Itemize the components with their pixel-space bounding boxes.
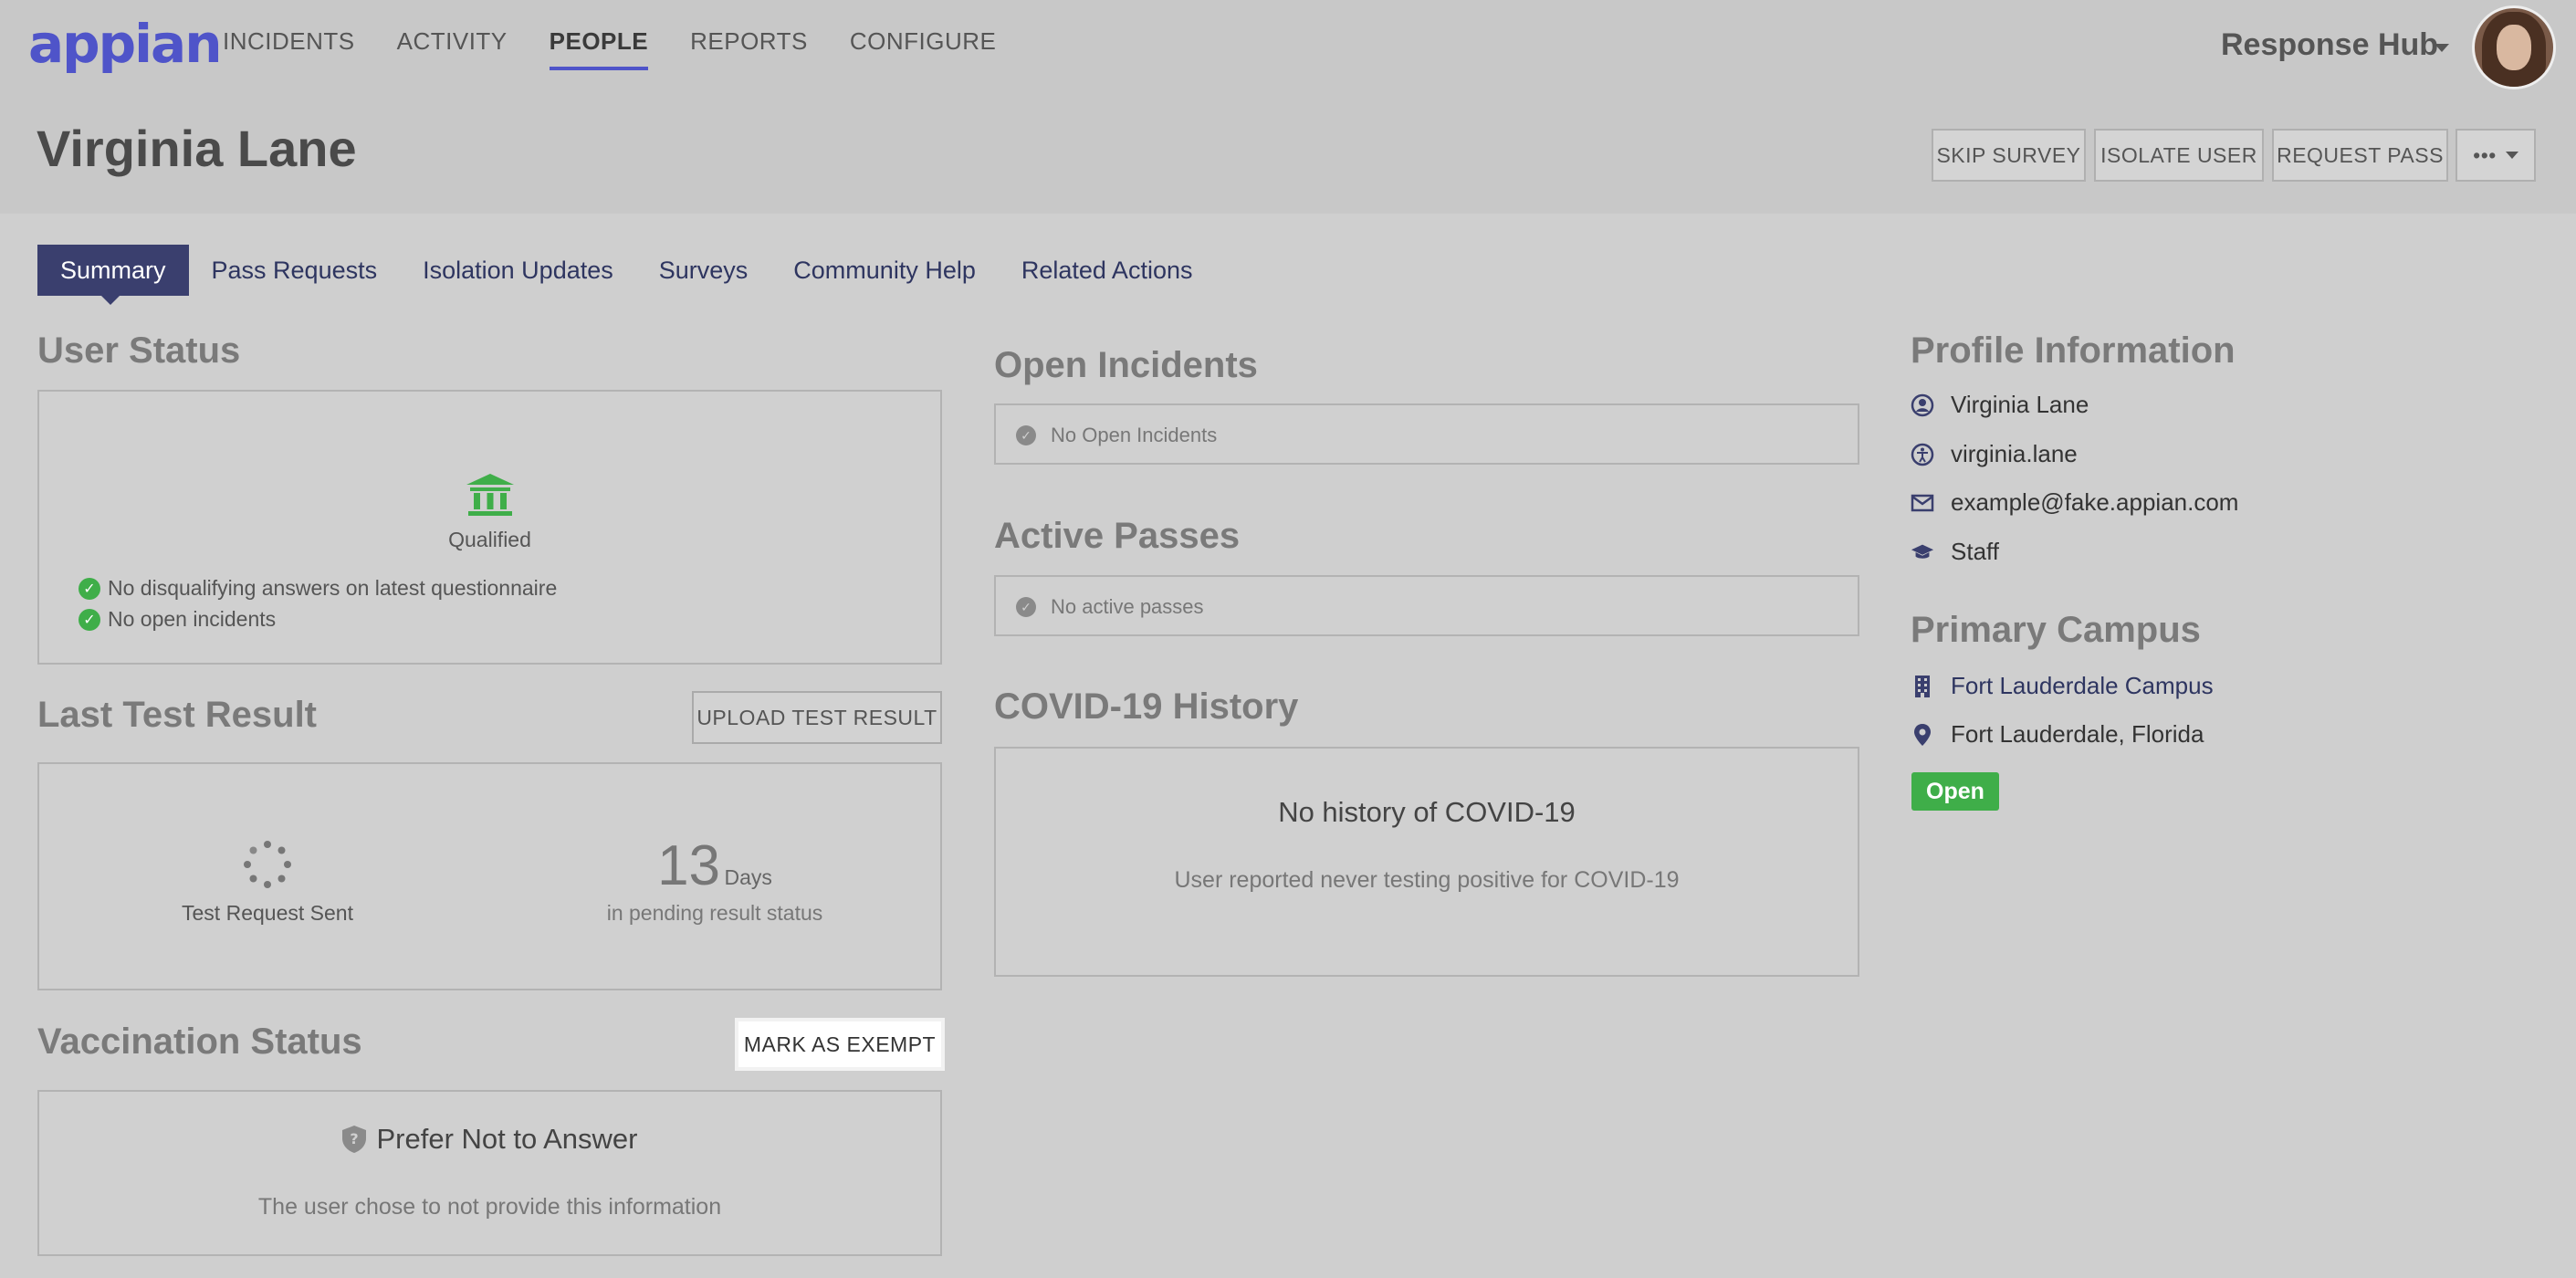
check-text: No open incidents: [108, 607, 277, 631]
user-status-card: Qualified ✓ No disqualifying answers on …: [37, 390, 942, 665]
upload-test-result-button[interactable]: UPLOAD TEST RESULT: [692, 691, 942, 744]
covid-history-title: COVID-19 History: [994, 686, 1299, 727]
campus-name-row: Fort Lauderdale Campus: [1911, 672, 2214, 700]
status-check-item: ✓ No disqualifying answers on latest que…: [79, 576, 557, 601]
open-incidents-title: Open Incidents: [994, 345, 1258, 385]
last-test-card: Test Request Sent 13 Days in pending res…: [37, 762, 942, 990]
svg-text:?: ?: [351, 1130, 359, 1147]
building-icon: [465, 472, 516, 518]
nav-people[interactable]: PEOPLE: [549, 27, 649, 70]
campus-location: Fort Lauderdale, Florida: [1951, 720, 2204, 748]
active-passes-message: No active passes: [1051, 595, 1204, 618]
check-text: No disqualifying answers on latest quest…: [108, 576, 558, 600]
page-header: appian INCIDENTS ACTIVITY PEOPLE REPORTS…: [0, 0, 2576, 214]
covid-history-description: User reported never testing positive for…: [1174, 867, 1680, 893]
caret-down-icon: [2505, 152, 2518, 159]
vaccination-card: ? Prefer Not to Answer The user chose to…: [37, 1090, 942, 1256]
request-pass-button[interactable]: REQUEST PASS: [2272, 129, 2448, 182]
user-status-title: User Status: [37, 330, 241, 371]
active-passes-title: Active Passes: [994, 516, 1241, 556]
days-value: 13: [657, 834, 721, 897]
covid-history-card: No history of COVID-19 User reported nev…: [994, 747, 1859, 977]
check-icon: ✓: [1016, 597, 1036, 617]
user-avatar[interactable]: [2472, 5, 2556, 89]
campus-status-badge: Open: [1911, 772, 1999, 811]
active-passes-card: ✓ No active passes: [994, 575, 1859, 636]
isolate-user-button[interactable]: ISOLATE USER: [2094, 129, 2264, 182]
caret-down-icon[interactable]: [2435, 44, 2449, 52]
open-incidents-card: ✓ No Open Incidents: [994, 403, 1859, 465]
vaccination-answer: Prefer Not to Answer: [376, 1123, 638, 1155]
spinner-icon: [242, 839, 293, 890]
tab-summary[interactable]: Summary: [37, 245, 189, 305]
pending-days: 13 Days: [587, 833, 843, 898]
covid-history-heading: No history of COVID-19: [1278, 796, 1576, 828]
tab-surveys[interactable]: Surveys: [636, 245, 771, 296]
more-icon: •••: [2473, 142, 2497, 167]
campus-link[interactable]: Fort Lauderdale Campus: [1951, 672, 2214, 700]
profile-email[interactable]: example@fake.appian.com: [1951, 488, 2238, 517]
vaccination-title: Vaccination Status: [37, 1021, 362, 1062]
profile-role: Staff: [1951, 538, 2000, 565]
profile-role-row: Staff: [1911, 538, 1999, 566]
tab-related-actions[interactable]: Related Actions: [999, 245, 1216, 296]
shield-question-icon: ?: [341, 1125, 367, 1154]
page-title: Virginia Lane: [37, 120, 357, 177]
profile-username: virginia.lane: [1951, 440, 2078, 467]
test-status-label: Test Request Sent: [182, 901, 353, 925]
open-incidents-message: No Open Incidents: [1051, 424, 1218, 446]
avatar-face: [2497, 25, 2531, 70]
status-check-item: ✓ No open incidents: [79, 607, 276, 632]
status-label: Qualified: [448, 528, 531, 551]
tab-community-help[interactable]: Community Help: [770, 245, 999, 296]
skip-survey-button[interactable]: SKIP SURVEY: [1932, 129, 2086, 182]
check-icon: ✓: [1016, 425, 1036, 445]
profile-username-row: virginia.lane: [1911, 440, 2078, 468]
active-passes-message-row: ✓ No active passes: [1016, 595, 1204, 619]
open-incidents-message-row: ✓ No Open Incidents: [1016, 424, 1217, 447]
tab-pass-requests[interactable]: Pass Requests: [189, 245, 401, 296]
check-icon: ✓: [79, 577, 100, 600]
nav-reports[interactable]: REPORTS: [690, 27, 808, 70]
building-icon: [1911, 675, 1934, 698]
primary-campus-title: Primary Campus: [1911, 610, 2201, 650]
profile-name-row: Virginia Lane: [1911, 391, 2089, 419]
record-tabs: Summary Pass Requests Isolation Updates …: [37, 245, 1216, 305]
nav-configure[interactable]: CONFIGURE: [850, 27, 997, 70]
check-icon: ✓: [79, 608, 100, 631]
main-nav: INCIDENTS ACTIVITY PEOPLE REPORTS CONFIG…: [223, 27, 996, 70]
nav-activity[interactable]: ACTIVITY: [397, 27, 508, 70]
accessibility-icon: [1911, 443, 1934, 466]
days-unit: Days: [724, 865, 772, 889]
profile-email-row: example@fake.appian.com: [1911, 488, 2238, 517]
more-actions-button[interactable]: •••: [2456, 129, 2536, 182]
map-pin-icon: [1911, 723, 1934, 747]
vaccination-description: The user chose to not provide this infor…: [257, 1194, 722, 1220]
campus-location-row: Fort Lauderdale, Florida: [1911, 720, 2204, 749]
profile-name: Virginia Lane: [1951, 391, 2089, 418]
days-caption: in pending result status: [606, 901, 823, 925]
vaccination-answer-row: ? Prefer Not to Answer: [39, 1123, 940, 1156]
last-test-title: Last Test Result: [37, 695, 317, 735]
tab-isolation-updates[interactable]: Isolation Updates: [400, 245, 636, 296]
nav-incidents[interactable]: INCIDENTS: [223, 27, 355, 70]
envelope-icon: [1911, 491, 1934, 515]
appian-logo[interactable]: appian: [28, 13, 222, 75]
graduation-cap-icon: [1911, 540, 1934, 564]
site-switcher[interactable]: Response Hub: [2221, 27, 2438, 63]
user-circle-icon: [1911, 393, 1934, 417]
mark-as-exempt-button[interactable]: MARK AS EXEMPT: [735, 1018, 945, 1071]
profile-info-title: Profile Information: [1911, 330, 2236, 371]
